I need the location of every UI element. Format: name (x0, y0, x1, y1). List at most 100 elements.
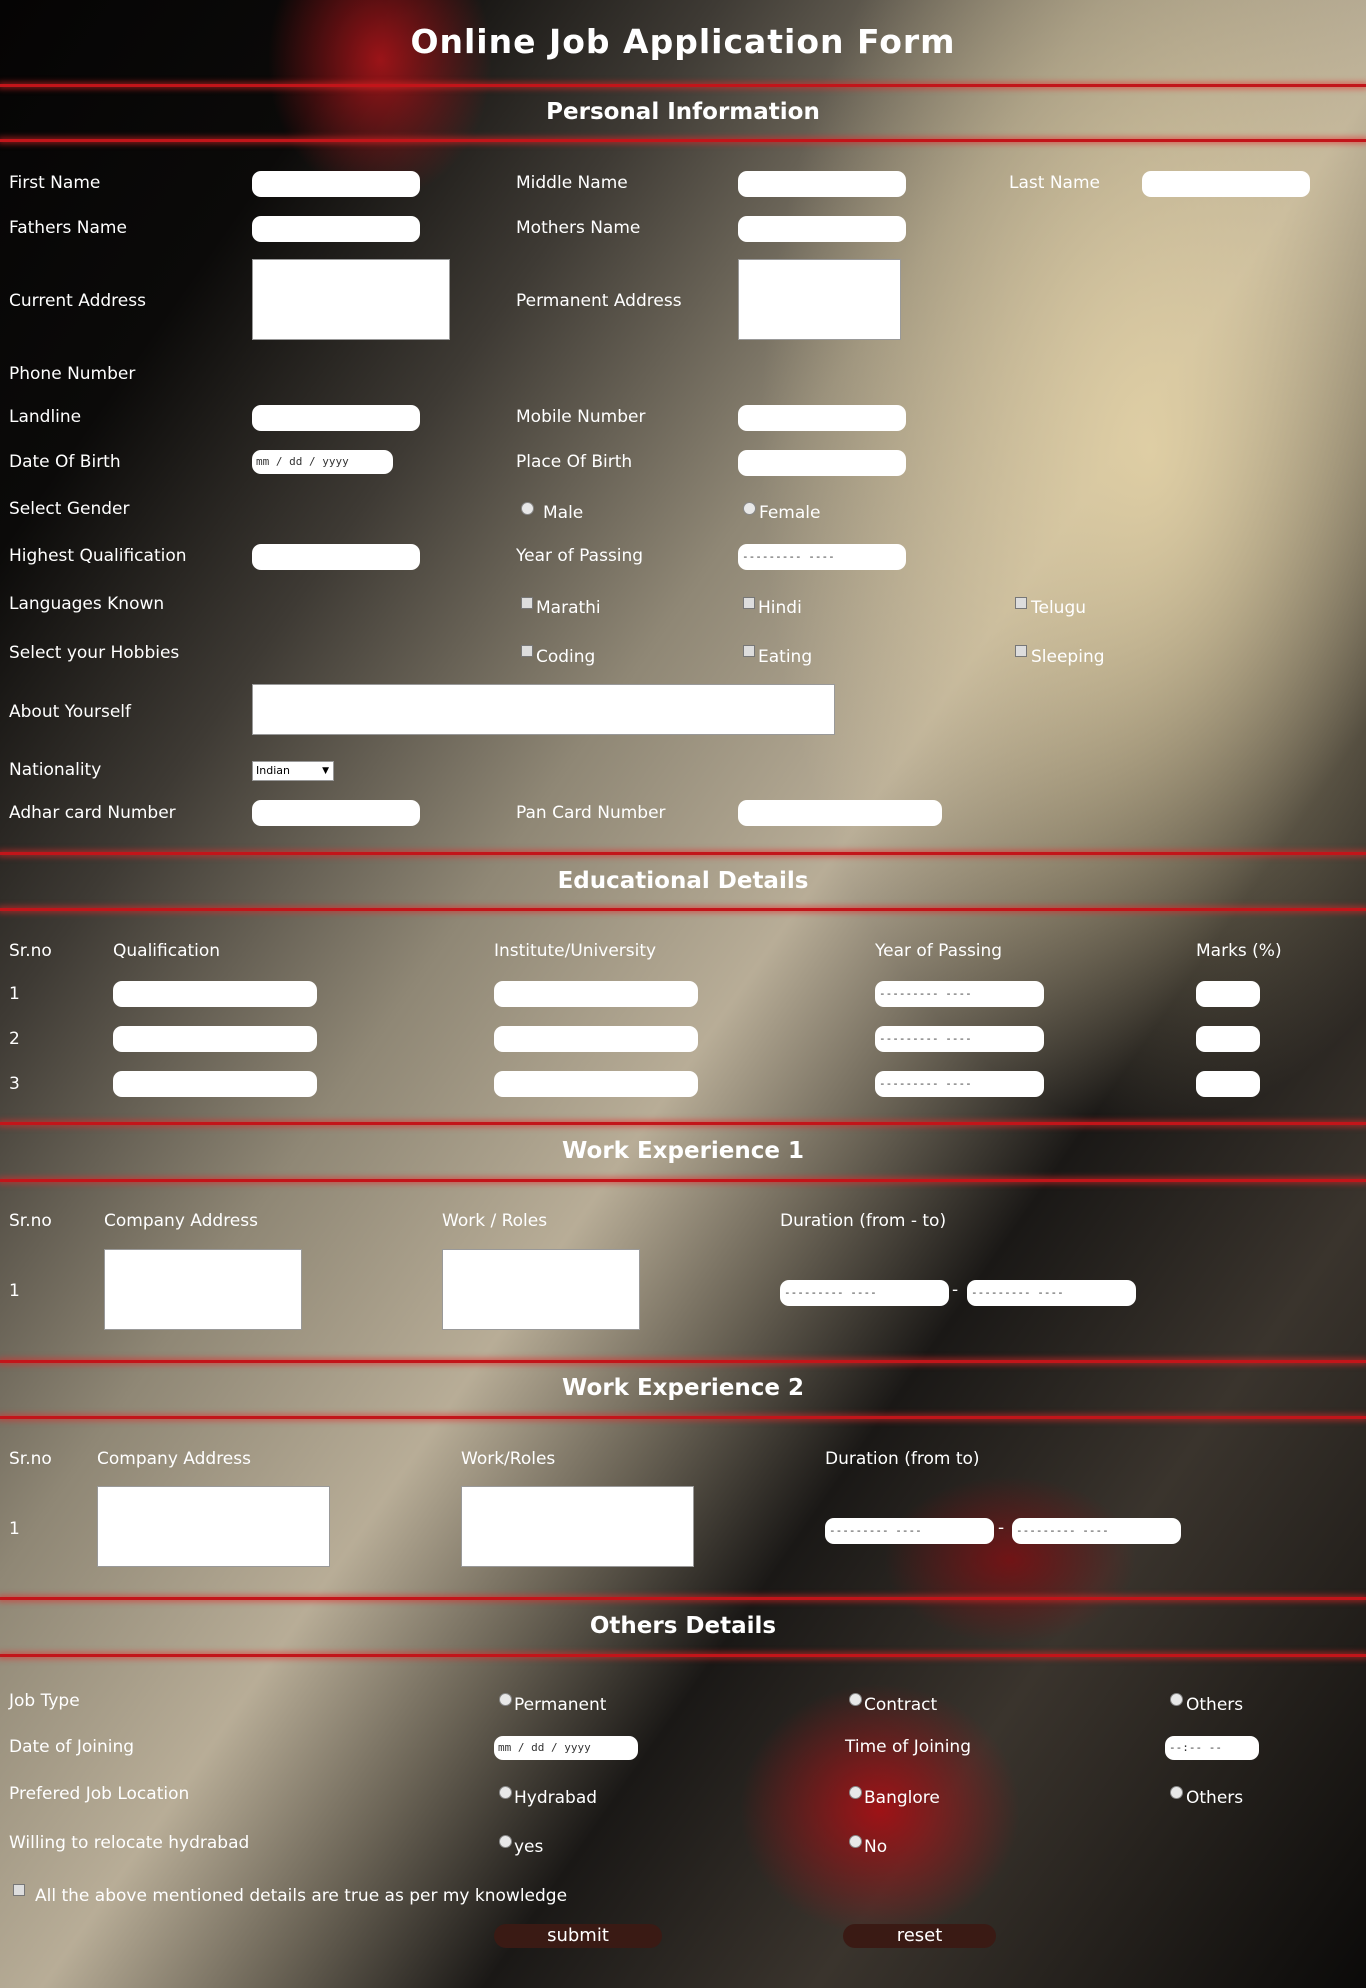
section-title-personal: Personal Information (546, 99, 820, 125)
work1-duration-to-input[interactable]: --------- ---- (967, 1280, 1136, 1306)
language-telugu-label: Telugu (1031, 598, 1087, 618)
relocate-label: Willing to relocate hydrabad (9, 1833, 250, 1853)
highest-qualification-input[interactable] (252, 544, 420, 570)
nationality-label: Nationality (9, 760, 102, 780)
about-yourself-label: About Yourself (9, 702, 131, 722)
relocate-no-radio[interactable] (849, 1835, 862, 1848)
job-type-contract-radio[interactable] (849, 1693, 862, 1706)
mobile-number-input[interactable] (738, 405, 906, 431)
location-others-radio[interactable] (1170, 1786, 1183, 1799)
current-address-textarea[interactable] (252, 259, 450, 340)
pan-card-input[interactable] (738, 800, 942, 826)
edu-marks-input[interactable] (1196, 981, 1260, 1007)
last-name-label: Last Name (1009, 173, 1100, 193)
job-type-others-radio[interactable] (1170, 1693, 1183, 1706)
edu-year-input[interactable]: --------- ---- (875, 1026, 1044, 1052)
last-name-input[interactable] (1142, 171, 1310, 197)
edu-institute-input[interactable] (494, 981, 698, 1007)
language-telugu-checkbox[interactable] (1015, 597, 1027, 609)
work1-duration-from-input[interactable]: --------- ---- (780, 1280, 949, 1306)
place-of-birth-input[interactable] (738, 450, 906, 476)
duration-separator: - (952, 1280, 959, 1300)
language-hindi-checkbox[interactable] (743, 597, 755, 609)
edu-marks-input[interactable] (1196, 1026, 1260, 1052)
time-of-joining-label: Time of Joining (845, 1737, 971, 1757)
gender-male-radio[interactable] (521, 502, 534, 515)
hobby-coding-checkbox[interactable] (521, 645, 533, 657)
language-marathi-label: Marathi (536, 598, 601, 618)
divider (0, 852, 1366, 855)
work2-duration-to-input[interactable]: --------- ---- (1012, 1518, 1181, 1544)
about-yourself-textarea[interactable] (252, 684, 835, 735)
time-of-joining-input[interactable]: --:-- -- (1165, 1736, 1259, 1760)
submit-button[interactable]: submit (494, 1924, 662, 1948)
reset-button[interactable]: reset (843, 1924, 996, 1948)
language-hindi-label: Hindi (758, 598, 802, 618)
nationality-select[interactable]: Indian ▼ (252, 761, 334, 781)
section-title-work1: Work Experience 1 (561, 1138, 805, 1164)
work2-col-roles: Work/Roles (461, 1449, 556, 1469)
date-of-joining-input[interactable]: mm / dd / yyyy (494, 1736, 638, 1760)
fathers-name-input[interactable] (252, 216, 420, 242)
edu-institute-input[interactable] (494, 1071, 698, 1097)
work2-roles-textarea[interactable] (461, 1486, 694, 1567)
declaration-label: All the above mentioned details are true… (35, 1886, 568, 1906)
current-address-label: Current Address (9, 291, 146, 311)
date-of-birth-label: Date Of Birth (9, 452, 121, 472)
edu-qualification-input[interactable] (113, 1071, 317, 1097)
year-of-passing-input[interactable]: --------- ---- (738, 544, 906, 570)
edu-marks-input[interactable] (1196, 1071, 1260, 1097)
language-marathi-checkbox[interactable] (521, 597, 533, 609)
location-hydrabad-radio[interactable] (499, 1786, 512, 1799)
divider (0, 1654, 1366, 1657)
fathers-name-label: Fathers Name (9, 218, 127, 238)
adhar-card-input[interactable] (252, 800, 420, 826)
work2-col-duration: Duration (from to) (825, 1449, 980, 1469)
relocate-yes-label: yes (514, 1837, 544, 1857)
edu-qualification-input[interactable] (113, 1026, 317, 1052)
work2-duration-from-input[interactable]: --------- ---- (825, 1518, 994, 1544)
location-banglore-radio[interactable] (849, 1786, 862, 1799)
divider (0, 84, 1366, 87)
gender-female-label: Female (759, 503, 821, 523)
preferred-location-label: Prefered Job Location (9, 1784, 190, 1804)
location-banglore-label: Banglore (864, 1788, 940, 1808)
mothers-name-input[interactable] (738, 216, 906, 242)
first-name-input[interactable] (252, 171, 420, 197)
job-type-contract-label: Contract (864, 1695, 938, 1715)
edu-year-input[interactable]: --------- ---- (875, 981, 1044, 1007)
work1-roles-textarea[interactable] (442, 1249, 640, 1330)
mothers-name-label: Mothers Name (516, 218, 641, 238)
edu-col-year: Year of Passing (875, 941, 1003, 961)
hobby-sleeping-checkbox[interactable] (1015, 645, 1027, 657)
permanent-address-textarea[interactable] (738, 259, 901, 340)
work1-company-textarea[interactable] (104, 1249, 302, 1330)
divider (0, 908, 1366, 911)
divider (0, 1122, 1366, 1125)
job-type-permanent-radio[interactable] (499, 1693, 512, 1706)
page-title: Online Job Application Form (410, 22, 956, 61)
duration-separator: - (998, 1518, 1005, 1538)
landline-input[interactable] (252, 405, 420, 431)
edu-qualification-input[interactable] (113, 981, 317, 1007)
highest-qualification-label: Highest Qualification (9, 546, 187, 566)
job-type-others-label: Others (1186, 1695, 1244, 1715)
hobby-eating-checkbox[interactable] (743, 645, 755, 657)
edu-row-number: 3 (9, 1074, 20, 1094)
job-type-permanent-label: Permanent (514, 1695, 607, 1715)
date-of-birth-input[interactable]: mm / dd / yyyy (252, 450, 393, 474)
section-title-others: Others Details (589, 1613, 777, 1639)
work1-col-company: Company Address (104, 1211, 258, 1231)
edu-col-qualification: Qualification (113, 941, 221, 961)
gender-female-radio[interactable] (743, 502, 756, 515)
edu-institute-input[interactable] (494, 1026, 698, 1052)
work2-company-textarea[interactable] (97, 1486, 330, 1567)
declaration-checkbox[interactable] (13, 1884, 25, 1896)
permanent-address-label: Permanent Address (516, 291, 682, 311)
year-of-passing-label: Year of Passing (516, 546, 644, 566)
edu-year-input[interactable]: --------- ---- (875, 1071, 1044, 1097)
hobby-eating-label: Eating (758, 647, 813, 667)
hobby-coding-label: Coding (536, 647, 596, 667)
middle-name-input[interactable] (738, 171, 906, 197)
relocate-yes-radio[interactable] (499, 1835, 512, 1848)
